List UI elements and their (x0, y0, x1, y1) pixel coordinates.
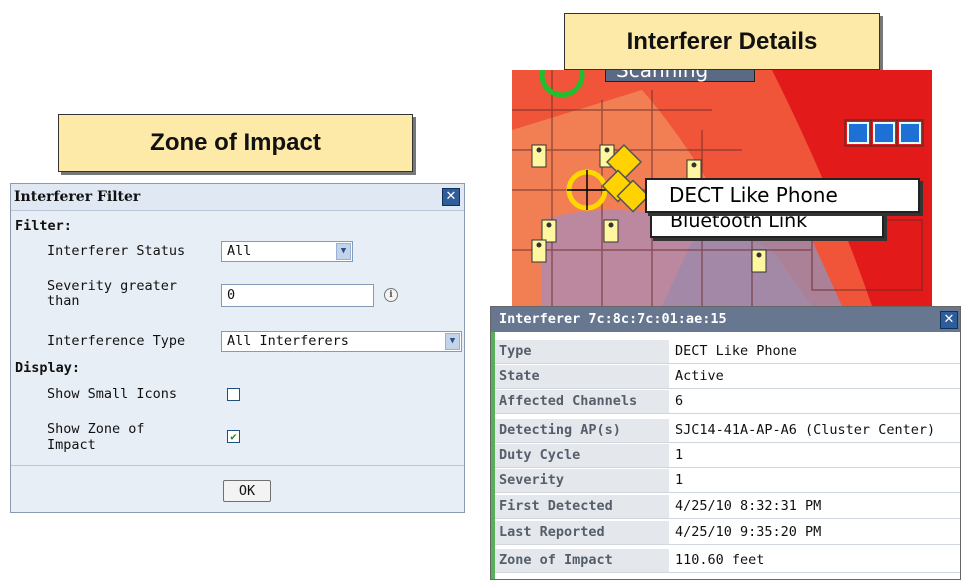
detail-key: State (495, 365, 669, 388)
detail-row: Detecting AP(s) SJC14-41A-AP-A6 (Cluster… (495, 419, 960, 443)
detail-value: Active (675, 368, 724, 384)
detail-key: Type (495, 340, 669, 363)
close-icon[interactable]: ✕ (940, 311, 958, 329)
close-icon[interactable]: ✕ (442, 188, 460, 206)
detail-key: Detecting AP(s) (495, 419, 669, 442)
detail-key: Zone of Impact (495, 549, 669, 572)
display-section-heading: Display: (15, 360, 81, 376)
detail-row: State Active (495, 365, 960, 389)
info-icon[interactable]: i (384, 288, 398, 302)
detail-row: Duty Cycle 1 (495, 444, 960, 468)
severity-input[interactable]: 0 (221, 284, 374, 307)
ok-button[interactable]: OK (223, 480, 271, 502)
details-title-bar: Interferer 7c:8c:7c:01:ae:15 (491, 307, 960, 332)
interferer-status-select[interactable]: All ▼ (221, 241, 353, 262)
detail-key: Last Reported (495, 521, 669, 544)
show-small-icons-checkbox[interactable] (227, 388, 240, 401)
interference-type-value: All Interferers (227, 333, 349, 349)
detail-key: First Detected (495, 495, 669, 518)
severity-input-value: 0 (227, 287, 236, 303)
map-label-scanning: Scanning (605, 70, 755, 82)
detail-key: Affected Channels (495, 390, 669, 413)
dialog-title: Interferer Filter (14, 189, 141, 205)
map-label-bluetooth: Bluetooth Link (650, 210, 884, 238)
details-title: Interferer 7c:8c:7c:01:ae:15 (499, 311, 727, 327)
interference-type-label: Interference Type (47, 333, 186, 349)
show-zone-label-line2: Impact (47, 437, 96, 453)
detail-row: Affected Channels 6 (495, 390, 960, 414)
show-zone-of-impact-checkbox[interactable]: ✔ (227, 430, 240, 443)
detail-row: Zone of Impact 110.60 feet (495, 549, 960, 573)
detail-value: 1 (675, 447, 684, 463)
interferer-filter-dialog: Interferer Filter ✕ Filter: Interferer S… (10, 183, 465, 513)
map-label-dect: DECT Like Phone (645, 178, 920, 213)
interferer-details-callout: Interferer Details (564, 13, 880, 70)
detail-value: 4/25/10 9:35:20 PM (675, 524, 822, 540)
floor-map[interactable]: Scanning Bluetooth Link DECT Like Phone (512, 70, 932, 306)
detail-row: Type DECT Like Phone (495, 340, 960, 364)
detail-value: 110.60 feet (675, 552, 765, 568)
detail-value: 6 (675, 393, 684, 409)
detail-row: First Detected 4/25/10 8:32:31 PM (495, 495, 960, 519)
interference-type-select[interactable]: All Interferers ▼ (221, 331, 462, 352)
detail-key: Duty Cycle (495, 444, 669, 467)
zone-of-impact-callout: Zone of Impact (58, 114, 413, 172)
chevron-down-icon[interactable]: ▼ (445, 333, 460, 350)
severity-label-line1: Severity greater (47, 278, 178, 294)
detail-key: Severity (495, 469, 669, 492)
detail-value: DECT Like Phone (675, 343, 797, 359)
zone-of-impact-callout-text: Zone of Impact (150, 129, 321, 156)
interferer-status-label: Interferer Status (47, 243, 186, 259)
interferer-details-panel: Interferer 7c:8c:7c:01:ae:15 ✕ Type DECT… (490, 306, 961, 580)
detail-row: Severity 1 (495, 469, 960, 493)
chevron-down-icon[interactable]: ▼ (336, 243, 351, 260)
show-small-icons-label: Show Small Icons (47, 386, 178, 402)
dialog-title-bar: Interferer Filter (11, 184, 464, 211)
filter-section-heading: Filter: (15, 218, 72, 234)
interferer-status-value: All (227, 243, 252, 259)
detail-row: Last Reported 4/25/10 9:35:20 PM (495, 521, 960, 545)
detail-value: SJC14-41A-AP-A6 (Cluster Center) (675, 422, 936, 438)
show-zone-label-line1: Show Zone of (47, 421, 145, 437)
detail-value: 4/25/10 8:32:31 PM (675, 498, 822, 514)
detail-value: 1 (675, 472, 684, 488)
interferer-details-callout-text: Interferer Details (626, 27, 818, 55)
severity-label-line2: than (47, 293, 80, 309)
